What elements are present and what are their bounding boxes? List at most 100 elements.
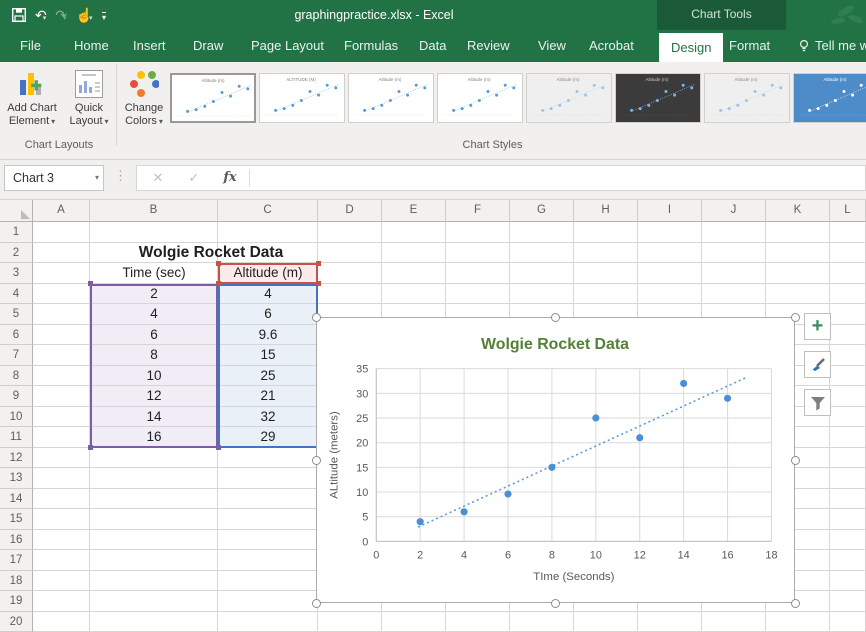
column-header-F[interactable]: F <box>446 200 510 222</box>
chart-style-thumbnail-7[interactable]: Altitude (m) <box>704 73 790 123</box>
chart-style-thumbnail-3[interactable]: Altitude (m) <box>348 73 434 123</box>
cell-B3[interactable]: Time (sec) <box>90 263 218 284</box>
data-point[interactable] <box>724 395 731 402</box>
time-range-border-handle[interactable] <box>88 445 93 450</box>
data-point[interactable] <box>680 380 687 387</box>
chart-style-thumbnail-5[interactable]: Altitude (m) <box>526 73 612 123</box>
scatter-chart: 02468101214161805101520253035Wolgie Rock… <box>317 318 794 602</box>
leaf-decoration <box>798 1 862 29</box>
series-name-border-handle[interactable] <box>316 281 321 286</box>
chart-resize-handle[interactable] <box>312 456 321 465</box>
customize-quick-access-icon[interactable]: ▾ <box>102 12 106 22</box>
row-header-3[interactable]: 3 <box>0 263 33 284</box>
data-point[interactable] <box>636 434 643 441</box>
column-header-B[interactable]: B <box>90 200 218 222</box>
tab-view[interactable]: View <box>526 30 578 62</box>
tab-file[interactable]: File <box>8 30 53 62</box>
row-header-13[interactable]: 13 <box>0 468 33 489</box>
row-header-2[interactable]: 2 <box>0 243 33 264</box>
chart-style-thumbnail-2[interactable]: ALTITUDE (M) <box>259 73 345 123</box>
series-name-border-handle[interactable] <box>216 281 221 286</box>
enter-button[interactable]: ✓ <box>181 166 207 190</box>
trendline[interactable] <box>418 378 745 527</box>
touch-mode-icon[interactable]: ☝▾ <box>76 3 93 27</box>
chart-elements-button[interactable]: + <box>804 313 831 340</box>
chart-resize-handle[interactable] <box>551 599 560 608</box>
column-header-K[interactable]: K <box>766 200 830 222</box>
undo-icon[interactable]: ↶▾ <box>35 3 46 27</box>
column-header-A[interactable]: A <box>33 200 90 222</box>
chart-resize-handle[interactable] <box>312 599 321 608</box>
series-name-border-handle[interactable] <box>316 261 321 266</box>
data-point[interactable] <box>461 508 468 515</box>
column-header-E[interactable]: E <box>382 200 446 222</box>
redo-icon[interactable]: ↷▾ <box>55 3 66 27</box>
series-name-border-handle[interactable] <box>216 261 221 266</box>
row-header-17[interactable]: 17 <box>0 550 33 571</box>
row-header-11[interactable]: 11 <box>0 427 33 448</box>
tab-draw[interactable]: Draw <box>181 30 235 62</box>
chart-title[interactable]: Wolgie Rocket Data <box>481 336 629 353</box>
row-header-15[interactable]: 15 <box>0 509 33 530</box>
chart-style-thumbnail-6[interactable]: Altitude (m) <box>615 73 701 123</box>
formula-input[interactable] <box>255 166 863 192</box>
row-header-14[interactable]: 14 <box>0 489 33 510</box>
chart[interactable]: 02468101214161805101520253035Wolgie Rock… <box>316 317 795 603</box>
tab-insert[interactable]: Insert <box>121 30 178 62</box>
column-header-I[interactable]: I <box>638 200 702 222</box>
row-header-18[interactable]: 18 <box>0 571 33 592</box>
chart-filters-button[interactable] <box>804 389 831 416</box>
tab-tell-me-w[interactable]: Tell me w <box>786 30 866 62</box>
row-header-12[interactable]: 12 <box>0 448 33 469</box>
row-header-5[interactable]: 5 <box>0 304 33 325</box>
data-point[interactable] <box>504 490 511 497</box>
chart-resize-handle[interactable] <box>791 456 800 465</box>
y-axis-title[interactable]: ALtitude (meters) <box>329 411 341 499</box>
save-icon[interactable] <box>12 8 26 22</box>
column-header-H[interactable]: H <box>574 200 638 222</box>
chart-resize-handle[interactable] <box>551 313 560 322</box>
tab-formulas[interactable]: Formulas <box>332 30 410 62</box>
column-header-J[interactable]: J <box>702 200 766 222</box>
time-range-border-handle[interactable] <box>216 445 221 450</box>
insert-function-button[interactable]: fx <box>217 166 243 190</box>
chart-styles-button[interactable] <box>804 351 831 378</box>
tab-acrobat[interactable]: Acrobat <box>577 30 646 62</box>
tab-review[interactable]: Review <box>455 30 522 62</box>
row-header-20[interactable]: 20 <box>0 612 33 632</box>
cell-B2-title[interactable]: Wolgie Rocket Data <box>104 243 318 264</box>
data-point[interactable] <box>417 518 424 525</box>
column-header-D[interactable]: D <box>318 200 382 222</box>
select-all-corner[interactable] <box>0 200 33 222</box>
tab-format[interactable]: Format <box>717 30 782 62</box>
x-axis-title[interactable]: TIme (Seconds) <box>533 571 614 583</box>
cancel-button[interactable]: ✕ <box>145 166 171 190</box>
name-box-dropdown-icon[interactable]: ▾ <box>95 166 99 190</box>
row-header-19[interactable]: 19 <box>0 591 33 612</box>
chart-style-thumbnail-1[interactable]: Altitude (m) <box>170 73 256 123</box>
tab-design[interactable]: Design <box>659 33 723 62</box>
row-header-4[interactable]: 4 <box>0 284 33 305</box>
name-box[interactable]: Chart 3 ▾ <box>4 165 104 191</box>
row-header-1[interactable]: 1 <box>0 222 33 243</box>
time-range-border-handle[interactable] <box>88 281 93 286</box>
row-header-8[interactable]: 8 <box>0 366 33 387</box>
chart-resize-handle[interactable] <box>312 313 321 322</box>
column-header-C[interactable]: C <box>218 200 318 222</box>
data-point[interactable] <box>592 414 599 421</box>
column-header-L[interactable]: L <box>830 200 866 222</box>
chart-style-thumbnail-8[interactable]: Altitude (m) <box>793 73 866 123</box>
column-header-G[interactable]: G <box>510 200 574 222</box>
chart-style-thumbnail-4[interactable]: Altitude (m) <box>437 73 523 123</box>
row-header-16[interactable]: 16 <box>0 530 33 551</box>
data-point[interactable] <box>548 464 555 471</box>
row-header-6[interactable]: 6 <box>0 325 33 346</box>
chart-resize-handle[interactable] <box>791 599 800 608</box>
tab-home[interactable]: Home <box>62 30 121 62</box>
row-header-10[interactable]: 10 <box>0 407 33 428</box>
row-header-9[interactable]: 9 <box>0 386 33 407</box>
row-header-7[interactable]: 7 <box>0 345 33 366</box>
tab-page-layout[interactable]: Page Layout <box>239 30 336 62</box>
chart-resize-handle[interactable] <box>791 313 800 322</box>
tab-data[interactable]: Data <box>407 30 458 62</box>
